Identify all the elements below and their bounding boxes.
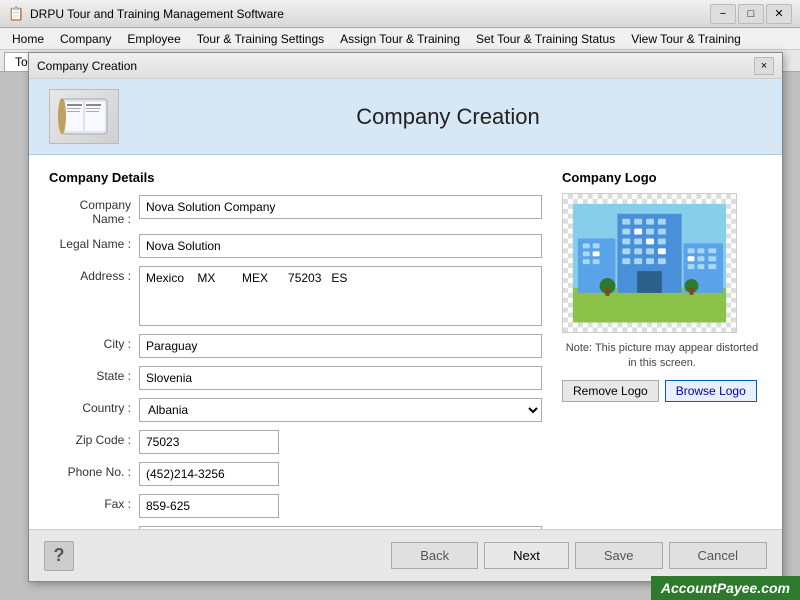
company-creation-dialog: Company Creation × [28, 52, 783, 582]
menu-tour-training-settings[interactable]: Tour & Training Settings [189, 30, 332, 48]
logo-buttons: Remove Logo Browse Logo [562, 380, 762, 402]
city-label: City : [49, 334, 139, 351]
book-icon [57, 94, 112, 139]
phone-row: Phone No. : [49, 462, 542, 486]
menu-bar: Home Company Employee Tour & Training Se… [0, 28, 800, 50]
dialog-content: Company Creation Company Details Company… [29, 79, 782, 581]
country-row: Country : Albania Mexico Paraguay Sloven… [49, 398, 542, 422]
state-input[interactable] [139, 366, 542, 390]
header-icon [49, 89, 119, 144]
dialog-main-title: Company Creation [134, 104, 762, 130]
phone-label: Phone No. : [49, 462, 139, 479]
company-name-row: Company Name : [49, 195, 542, 226]
logo-preview [562, 193, 737, 333]
dialog-title-label: Company Creation [37, 59, 754, 73]
form-area: Company Details Company Name : Legal Nam… [29, 155, 782, 529]
address-input[interactable]: Mexico MX MEX 75203 ES [139, 266, 542, 326]
dialog-title-bar: Company Creation × [29, 53, 782, 79]
minimize-button[interactable]: − [710, 4, 736, 24]
legal-name-input[interactable] [139, 234, 542, 258]
fax-input[interactable] [139, 494, 279, 518]
company-name-label: Company Name : [49, 195, 139, 226]
city-row: City : [49, 334, 542, 358]
zip-label: Zip Code : [49, 430, 139, 447]
browse-logo-button[interactable]: Browse Logo [665, 380, 757, 402]
legal-name-row: Legal Name : [49, 234, 542, 258]
form-left: Company Details Company Name : Legal Nam… [49, 170, 542, 514]
country-select[interactable]: Albania Mexico Paraguay Slovenia USA UK [139, 398, 542, 422]
app-title: DRPU Tour and Training Management Softwa… [30, 7, 710, 21]
logo-section: Company Logo [562, 170, 762, 402]
logo-section-title: Company Logo [562, 170, 762, 185]
menu-home[interactable]: Home [4, 30, 52, 48]
zip-input[interactable] [139, 430, 279, 454]
close-button[interactable]: ✕ [766, 4, 792, 24]
dialog-header: Company Creation [29, 79, 782, 155]
company-logo-image [563, 194, 736, 332]
zip-row: Zip Code : [49, 430, 542, 454]
phone-input[interactable] [139, 462, 279, 486]
next-button[interactable]: Next [484, 542, 569, 569]
state-row: State : [49, 366, 542, 390]
fax-row: Fax : [49, 494, 542, 518]
state-label: State : [49, 366, 139, 383]
fax-label: Fax : [49, 494, 139, 511]
menu-set-status[interactable]: Set Tour & Training Status [468, 30, 623, 48]
title-bar-controls: − □ ✕ [710, 4, 792, 24]
watermark: AccountPayee.com [651, 576, 800, 600]
address-row: Address : Mexico MX MEX 75203 ES [49, 266, 542, 326]
menu-assign-tour[interactable]: Assign Tour & Training [332, 30, 468, 48]
save-button[interactable]: Save [575, 542, 663, 569]
company-name-input[interactable] [139, 195, 542, 219]
help-button[interactable]: ? [44, 541, 74, 571]
address-label: Address : [49, 266, 139, 283]
address-wrapper: Mexico MX MEX 75203 ES [139, 266, 542, 326]
cancel-button[interactable]: Cancel [669, 542, 767, 569]
dialog-close-button[interactable]: × [754, 57, 774, 75]
menu-view-tour[interactable]: View Tour & Training [623, 30, 749, 48]
remove-logo-button[interactable]: Remove Logo [562, 380, 659, 402]
company-details-title: Company Details [49, 170, 542, 185]
app-icon: 📋 [8, 6, 24, 22]
maximize-button[interactable]: □ [738, 4, 764, 24]
city-input[interactable] [139, 334, 542, 358]
menu-employee[interactable]: Employee [119, 30, 188, 48]
form-right: Company Logo [562, 170, 762, 514]
bottom-bar: ? Back Next Save Cancel [29, 529, 782, 581]
country-label: Country : [49, 398, 139, 415]
legal-name-label: Legal Name : [49, 234, 139, 251]
menu-company[interactable]: Company [52, 30, 119, 48]
title-bar: 📋 DRPU Tour and Training Management Soft… [0, 0, 800, 28]
logo-note: Note: This picture may appear distorted … [562, 341, 762, 372]
back-button[interactable]: Back [391, 542, 478, 569]
